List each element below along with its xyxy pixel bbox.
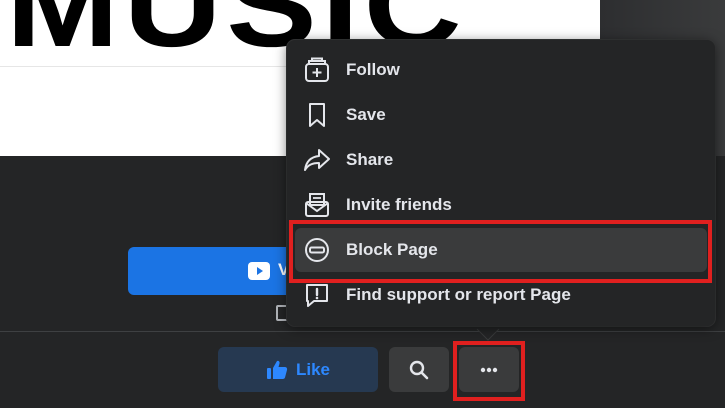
menu-item-follow[interactable]: Follow	[295, 48, 707, 92]
search-button[interactable]	[389, 347, 449, 392]
thumbs-up-icon	[266, 360, 288, 379]
search-icon	[409, 360, 429, 379]
like-button[interactable]: Like	[218, 347, 378, 392]
more-options-menu: Follow Save Share Invite friends Block P…	[287, 40, 715, 326]
menu-item-label: Follow	[346, 60, 400, 79]
invite-icon	[303, 191, 331, 219]
menu-item-label: Find support or report Page	[346, 285, 571, 304]
menu-item-label: Save	[346, 105, 386, 124]
report-icon	[303, 281, 331, 309]
youtube-icon	[248, 262, 270, 280]
menu-item-save[interactable]: Save	[295, 93, 707, 137]
like-label: Like	[295, 359, 331, 379]
follow-icon	[303, 56, 331, 84]
section-divider	[0, 331, 725, 332]
menu-item-label: Share	[346, 150, 394, 169]
menu-item-share[interactable]: Share	[295, 138, 707, 182]
menu-item-label: Invite friends	[346, 195, 452, 214]
bookmark-icon	[303, 101, 331, 129]
watch-button[interactable]: V	[128, 247, 308, 295]
share-icon	[303, 146, 331, 174]
block-page-annotation	[289, 220, 712, 283]
more-button-annotation	[453, 341, 525, 401]
